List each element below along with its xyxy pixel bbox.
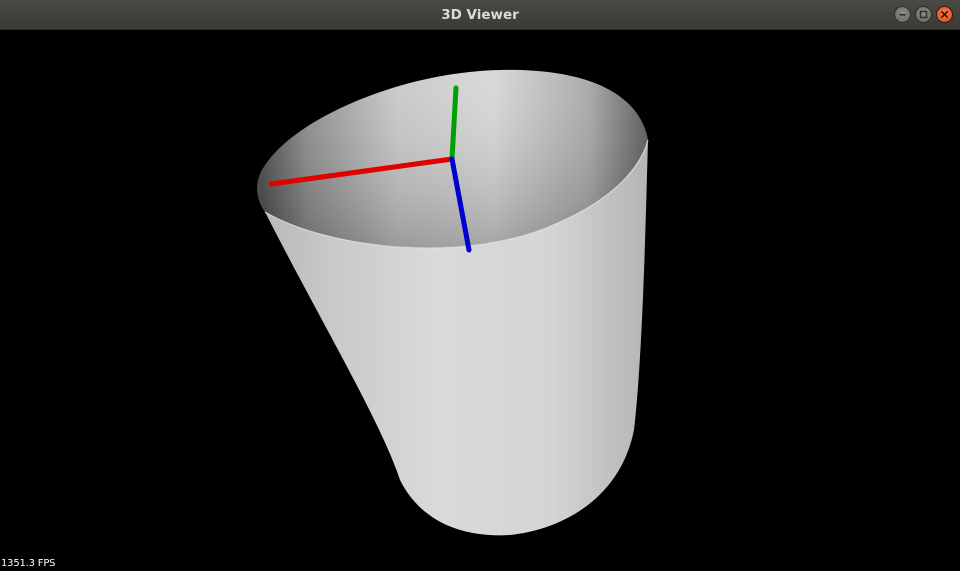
3d-viewport[interactable]: 1351.3 FPS [0,30,960,571]
scene [257,69,649,536]
window-title: 3D Viewer [441,7,519,23]
maximize-button[interactable] [915,6,932,23]
fps-counter: 1351.3 FPS [1,558,56,569]
minimize-button[interactable] [894,6,911,23]
viewer-window: 3D Viewer 1351.3 FPS [0,0,960,571]
maximize-icon [919,10,928,19]
window-controls [894,6,953,23]
close-button[interactable] [936,6,953,23]
minimize-icon [899,14,906,16]
title-bar[interactable]: 3D Viewer [0,0,960,30]
close-icon [941,11,948,18]
